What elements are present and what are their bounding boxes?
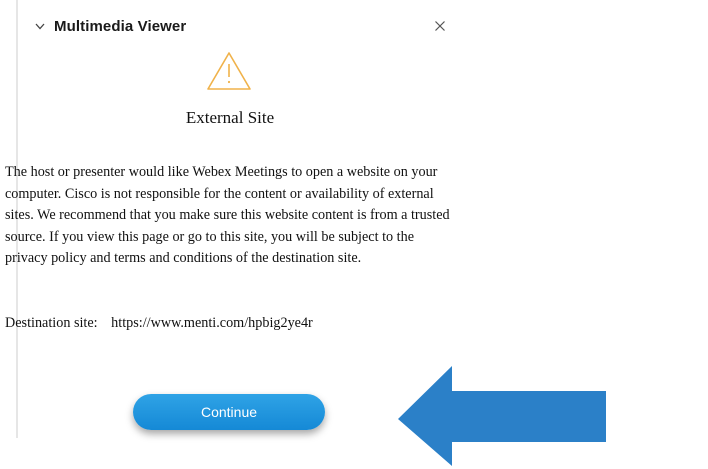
multimedia-viewer-page: Multimedia Viewer External Site The host… <box>0 0 708 469</box>
panel-title: Multimedia Viewer <box>54 17 187 35</box>
chevron-down-icon[interactable] <box>34 20 46 32</box>
destination-label: Destination site: <box>5 315 98 331</box>
continue-button[interactable]: Continue <box>133 394 325 430</box>
destination-url: https://www.menti.com/hpbig2ye4r <box>111 315 313 331</box>
dialog-heading: External Site <box>185 108 275 127</box>
close-icon[interactable] <box>432 18 448 34</box>
dialog-message: The host or presenter would like Webex M… <box>5 164 450 266</box>
arrow-left-icon <box>398 366 606 466</box>
destination-row: Destination site: https://www.menti.com/… <box>5 315 313 332</box>
panel-header[interactable]: Multimedia Viewer <box>34 15 186 37</box>
warning-triangle-icon <box>207 52 251 90</box>
